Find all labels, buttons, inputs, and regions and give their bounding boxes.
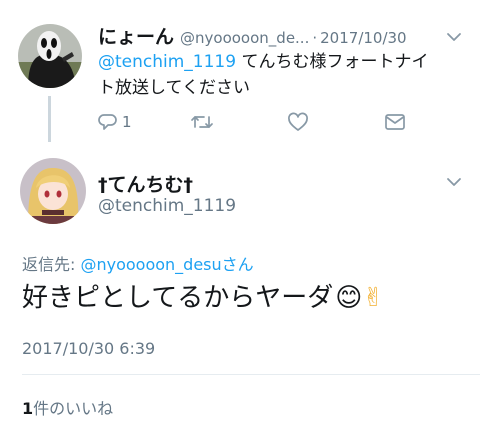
main-handle[interactable]: @tenchim_1119 bbox=[98, 196, 236, 216]
parent-header: にょーん @nyooooon_de... · 2017/10/30 bbox=[98, 22, 468, 49]
reply-to-label: 返信先: bbox=[22, 255, 81, 274]
parent-mention-link[interactable]: @tenchim_1119 bbox=[98, 52, 236, 72]
envelope-icon bbox=[385, 114, 405, 130]
reply-button[interactable]: 1 bbox=[98, 112, 132, 132]
parent-avatar[interactable] bbox=[18, 24, 82, 88]
heart-icon bbox=[288, 112, 308, 131]
parent-text-line-1: @tenchim_1119 てんちむ様フォートナイ bbox=[98, 49, 468, 75]
main-timestamp[interactable]: 2017/10/30 6:39 bbox=[22, 339, 155, 358]
retweet-button[interactable] bbox=[190, 112, 214, 132]
parent-display-name[interactable]: にょーん bbox=[98, 22, 174, 49]
thread-line bbox=[48, 96, 51, 142]
parent-tweet-text: @tenchim_1119 てんちむ様フォートナイ ト放送してください bbox=[98, 49, 468, 101]
likes-count: 1 bbox=[22, 399, 34, 418]
message-button[interactable] bbox=[384, 112, 406, 132]
parent-chevron-down-icon[interactable] bbox=[446, 29, 462, 45]
likes-stat[interactable]: 1件のいいね bbox=[22, 395, 113, 419]
reply-to-line: 返信先: @nyooooon_desuさん bbox=[22, 251, 254, 275]
like-button[interactable] bbox=[287, 112, 309, 132]
main-chevron-down-icon[interactable] bbox=[446, 174, 462, 190]
parent-handle[interactable]: @nyooooon_de... bbox=[180, 29, 309, 47]
retweet-icon bbox=[191, 116, 213, 128]
anime-girl-icon bbox=[20, 158, 86, 224]
victory-hand-emoji: ✌ bbox=[362, 283, 385, 313]
reply-to-suffix: さん bbox=[221, 255, 254, 274]
reply-to-handle[interactable]: @nyooooon_desu bbox=[80, 255, 221, 274]
parent-separator: · bbox=[312, 29, 318, 47]
ghostface-mask-icon bbox=[18, 24, 82, 88]
smiling-face-emoji: 😊 bbox=[335, 283, 363, 313]
parent-date[interactable]: 2017/10/30 bbox=[320, 29, 406, 47]
likes-label: 件のいいね bbox=[33, 399, 114, 418]
stats-divider bbox=[22, 374, 480, 375]
reply-icon bbox=[98, 114, 117, 130]
main-display-name[interactable]: †てんちむ† bbox=[98, 170, 193, 197]
parent-text-segment: てんちむ様フォートナイ bbox=[236, 52, 429, 72]
main-text-segment: 好きピとしてるからヤーダ bbox=[22, 283, 334, 313]
parent-text-line-2: ト放送してください bbox=[98, 78, 250, 98]
main-avatar[interactable] bbox=[20, 158, 86, 224]
reply-count: 1 bbox=[122, 113, 132, 131]
main-tweet-text: 好きピとしてるからヤーダ😊✌ bbox=[22, 281, 384, 315]
